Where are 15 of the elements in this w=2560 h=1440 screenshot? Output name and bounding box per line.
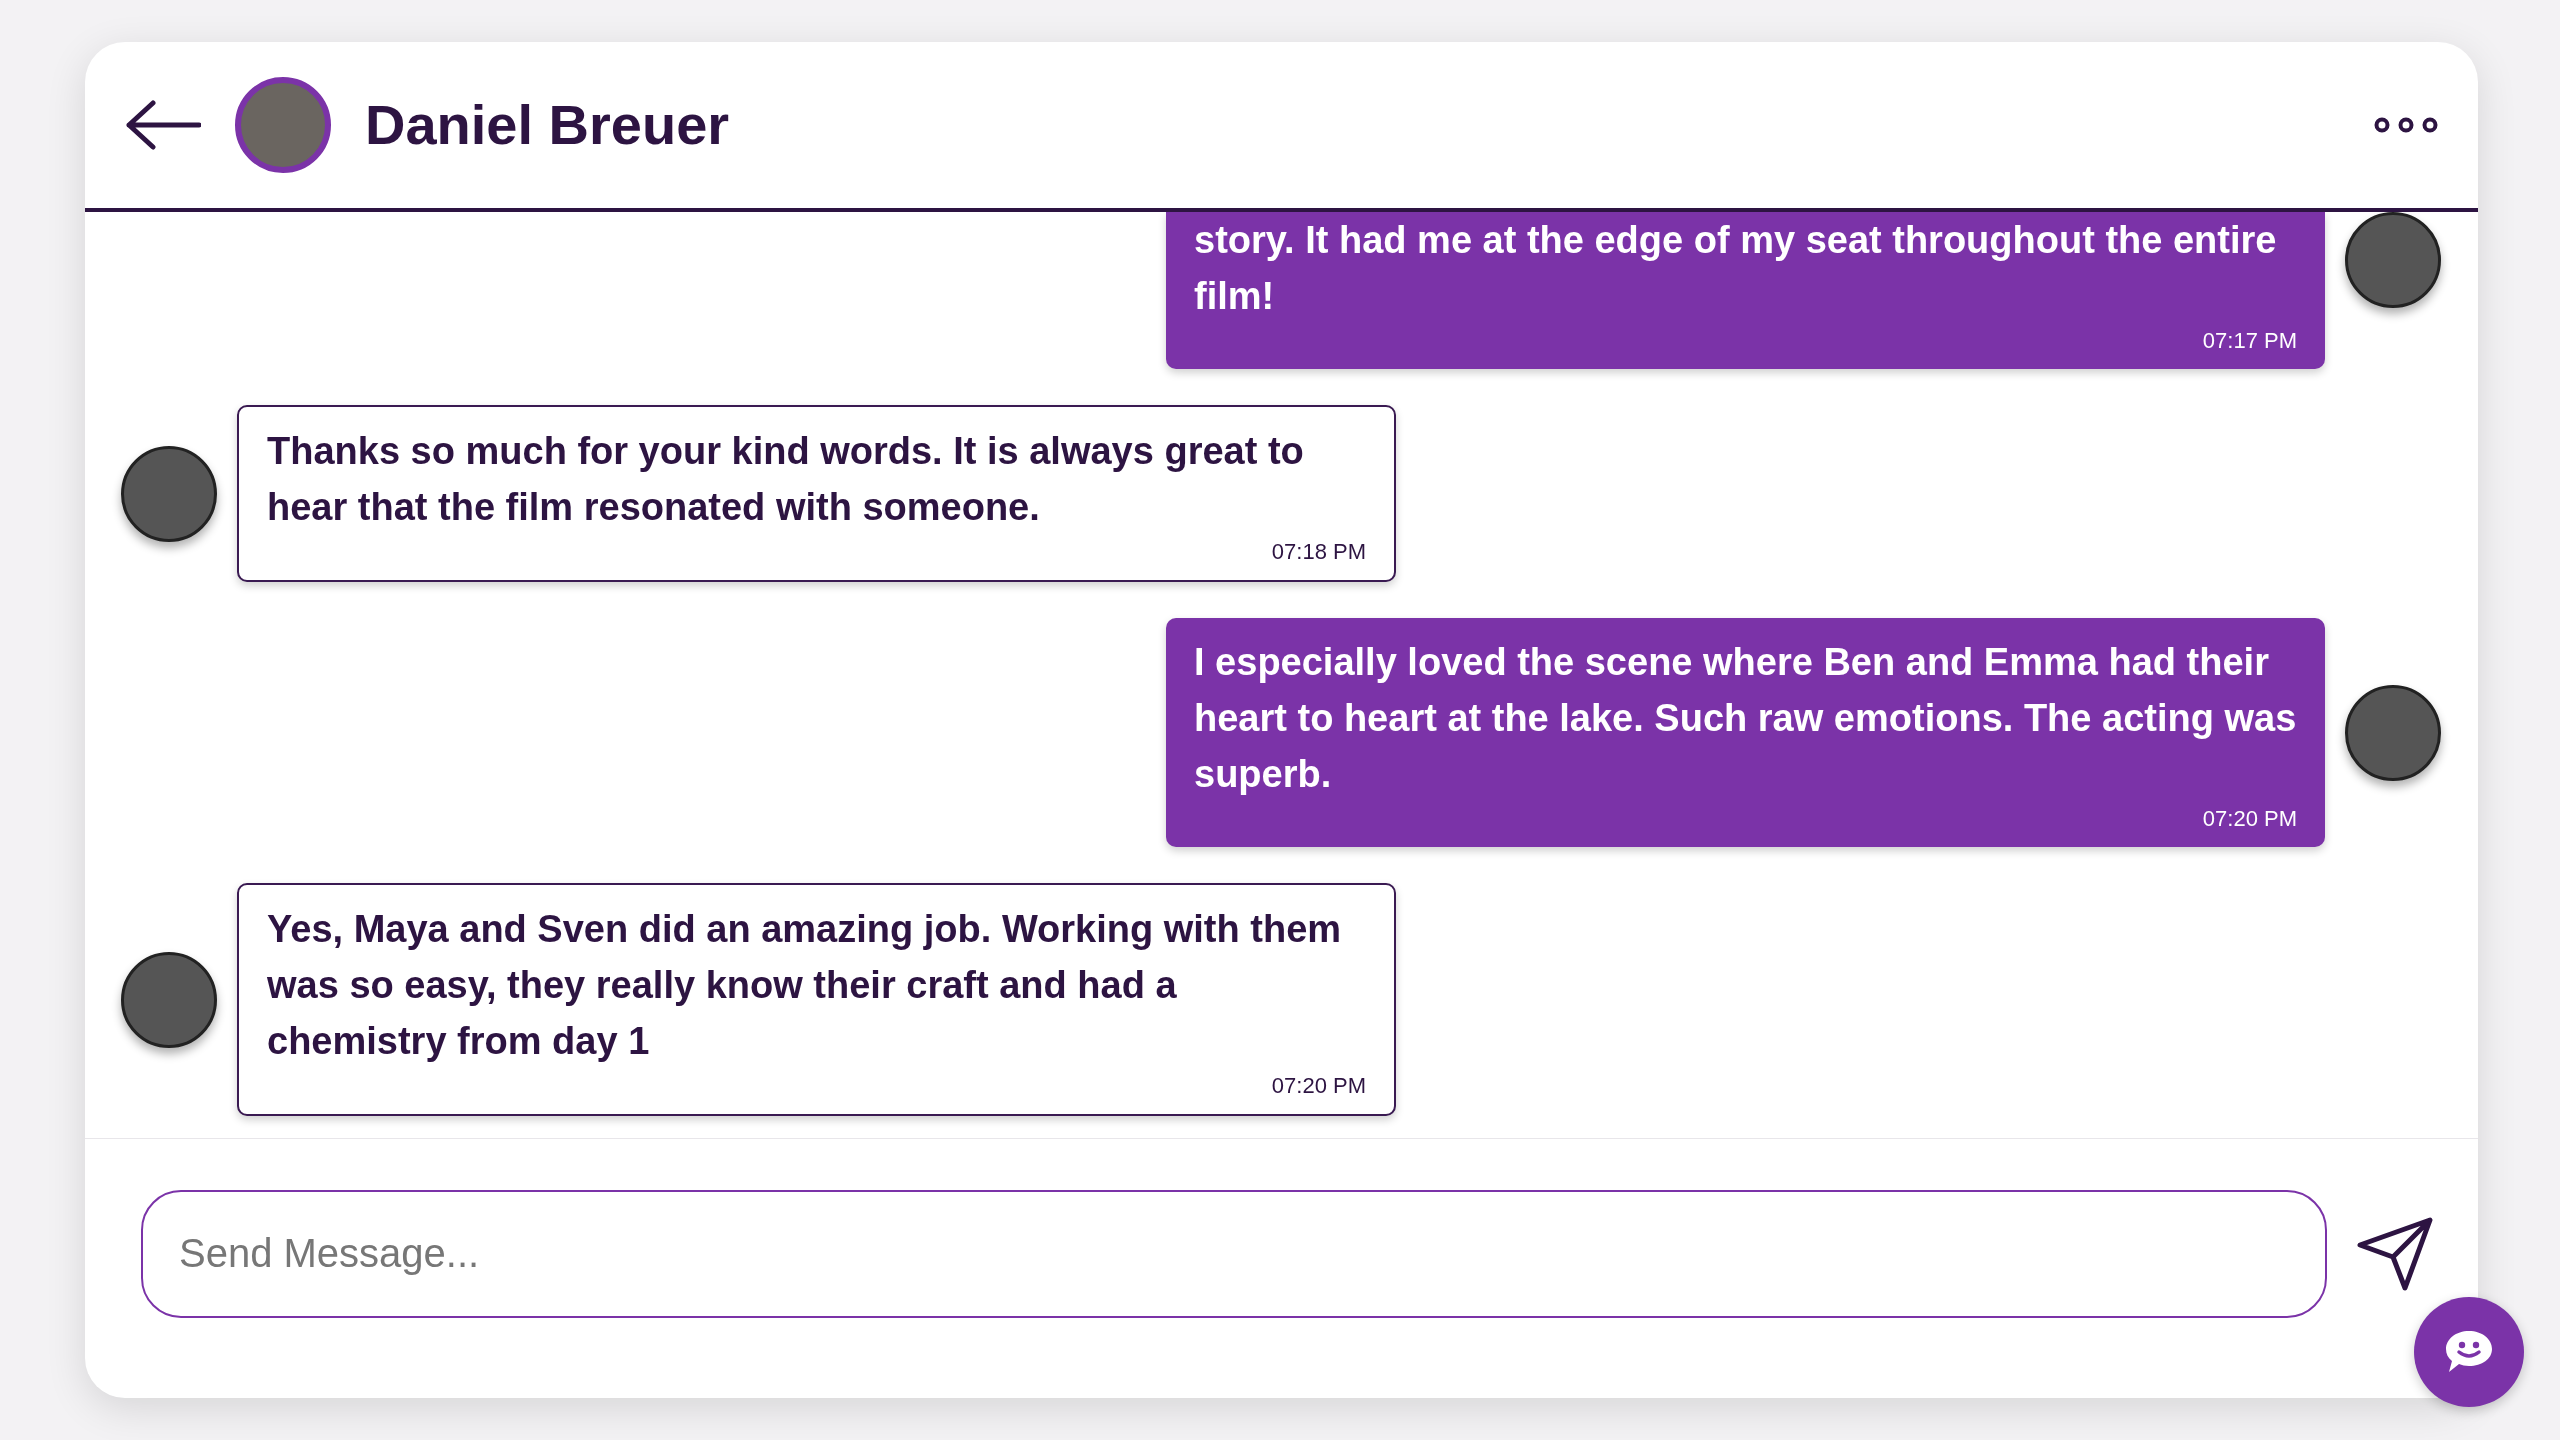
message-time: 07:20 PM [2201,805,2297,833]
message-time: 07:18 PM [1270,538,1366,566]
smiley-speech-bubble-icon [2444,1329,2494,1375]
message-text: Thanks so much for your kind words. It is always great to hear that the film resonated with someone. [267,429,1305,530]
message-text: story. It had me at the edge of my seat throughout the entire film! [1194,218,2278,319]
contact-name: Daniel Breuer [365,92,730,159]
message-text: Yes, Maya and Sven did an amazing job. Working with them was so easy, they really know their craft and had a chemistry from day 1 [267,907,1343,1064]
message-input[interactable]: Send Message... [141,1189,2327,1318]
send-button[interactable] [2357,1216,2433,1291]
message-time: 07:20 PM [1270,1072,1366,1100]
back-button[interactable] [125,99,201,151]
message-time: 07:17 PM [2201,327,2297,355]
more-options-button[interactable] [2374,116,2438,134]
chat-button[interactable] [2414,1297,2524,1407]
message-text: I especially loved the scene where Ben and Emma had their heart to heart at the lake. Such raw emotions. The acting was superb. [1194,640,2297,797]
